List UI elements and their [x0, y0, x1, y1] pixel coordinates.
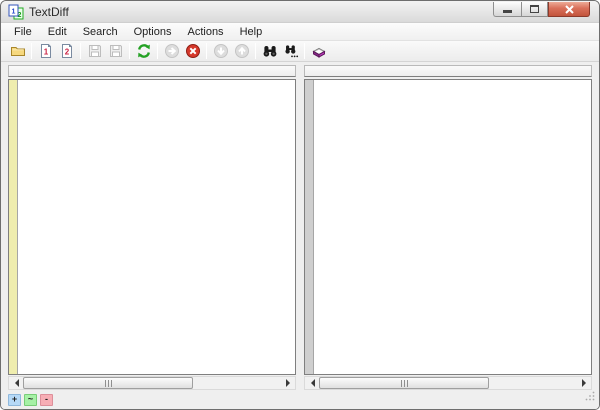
close-button[interactable] [548, 2, 590, 17]
right-gutter [305, 80, 314, 374]
right-editor-pane[interactable] [304, 79, 592, 375]
help-button[interactable] [308, 42, 329, 61]
svg-text:2: 2 [64, 48, 69, 57]
toolbar-separator [129, 43, 130, 59]
menu-item-help[interactable]: Help [232, 24, 271, 40]
arrow-down-circle-icon [213, 43, 229, 59]
menu-item-options[interactable]: Options [126, 24, 180, 40]
window-title: TextDiff [29, 5, 69, 19]
legend-deleted-chip: - [40, 394, 53, 406]
save-file1-button[interactable] [84, 42, 105, 61]
toolbar-separator [80, 43, 81, 59]
find-next-button[interactable] [280, 42, 301, 61]
edit-file1-button[interactable]: 1 [35, 42, 56, 61]
left-pane-header [8, 65, 296, 77]
close-icon [565, 5, 574, 14]
find-button[interactable] [259, 42, 280, 61]
right-scrollbar-track[interactable] [319, 377, 577, 389]
svg-text:1: 1 [43, 48, 48, 57]
folder-open-icon [10, 43, 26, 59]
left-scrollbar-track[interactable] [23, 377, 281, 389]
book-icon [311, 43, 327, 59]
previous-difference-button[interactable] [231, 42, 252, 61]
legend-changed-chip: ~ [24, 394, 37, 406]
document-1-icon: 1 [38, 43, 54, 59]
left-editor-pane[interactable] [8, 79, 296, 375]
legend-added-chip: + [8, 394, 21, 406]
right-horizontal-scrollbar[interactable] [304, 376, 592, 390]
scroll-right-arrow-icon[interactable] [281, 377, 295, 389]
maximize-button[interactable] [521, 2, 548, 17]
svg-text:1: 1 [12, 8, 16, 15]
open-files-button[interactable] [7, 42, 28, 61]
left-pane-group [8, 65, 296, 390]
binoculars-icon [262, 43, 278, 59]
resize-grip[interactable] [585, 388, 595, 406]
toolbar-separator [206, 43, 207, 59]
scroll-left-arrow-icon[interactable] [9, 377, 23, 389]
save-disk-icon [108, 43, 124, 59]
binoculars-next-icon [283, 43, 299, 59]
minimize-button[interactable] [493, 2, 521, 17]
menu-item-search[interactable]: Search [75, 24, 126, 40]
scrollbar-grip-icon [401, 380, 408, 387]
right-scrollbar-thumb[interactable] [319, 377, 489, 389]
abort-x-circle-icon [185, 43, 201, 59]
menu-item-file[interactable]: File [6, 24, 40, 40]
diff-content-area [1, 62, 599, 390]
edit-file2-button[interactable]: 2 [56, 42, 77, 61]
menu-item-actions[interactable]: Actions [179, 24, 231, 40]
app-window: 2 1 TextDiff File Edit Search Options [0, 0, 600, 410]
toolbar-separator [157, 43, 158, 59]
compare-refresh-icon [136, 43, 152, 59]
merge-button[interactable] [161, 42, 182, 61]
toolbar-separator [31, 43, 32, 59]
arrow-up-circle-icon [234, 43, 250, 59]
left-horizontal-scrollbar[interactable] [8, 376, 296, 390]
left-gutter [9, 80, 18, 374]
abort-button[interactable] [182, 42, 203, 61]
save-file2-button[interactable] [105, 42, 126, 61]
right-pane-group [304, 65, 592, 390]
toolbar: 1 2 [1, 41, 599, 62]
scroll-left-arrow-icon[interactable] [305, 377, 319, 389]
compare-button[interactable] [133, 42, 154, 61]
toolbar-separator [304, 43, 305, 59]
maximize-icon [530, 5, 539, 13]
left-scrollbar-thumb[interactable] [23, 377, 193, 389]
next-difference-button[interactable] [210, 42, 231, 61]
menu-bar: File Edit Search Options Actions Help [1, 23, 599, 41]
document-2-icon: 2 [59, 43, 75, 59]
scrollbar-grip-icon [105, 380, 112, 387]
title-bar[interactable]: 2 1 TextDiff [1, 1, 599, 23]
save-disk-icon [87, 43, 103, 59]
app-icon: 2 1 [8, 4, 24, 20]
menu-item-edit[interactable]: Edit [40, 24, 75, 40]
arrow-right-circle-icon [164, 43, 180, 59]
toolbar-separator [255, 43, 256, 59]
status-bar: + ~ - [1, 390, 599, 409]
minimize-icon [503, 10, 512, 13]
window-controls [493, 2, 590, 17]
right-pane-header [304, 65, 592, 77]
